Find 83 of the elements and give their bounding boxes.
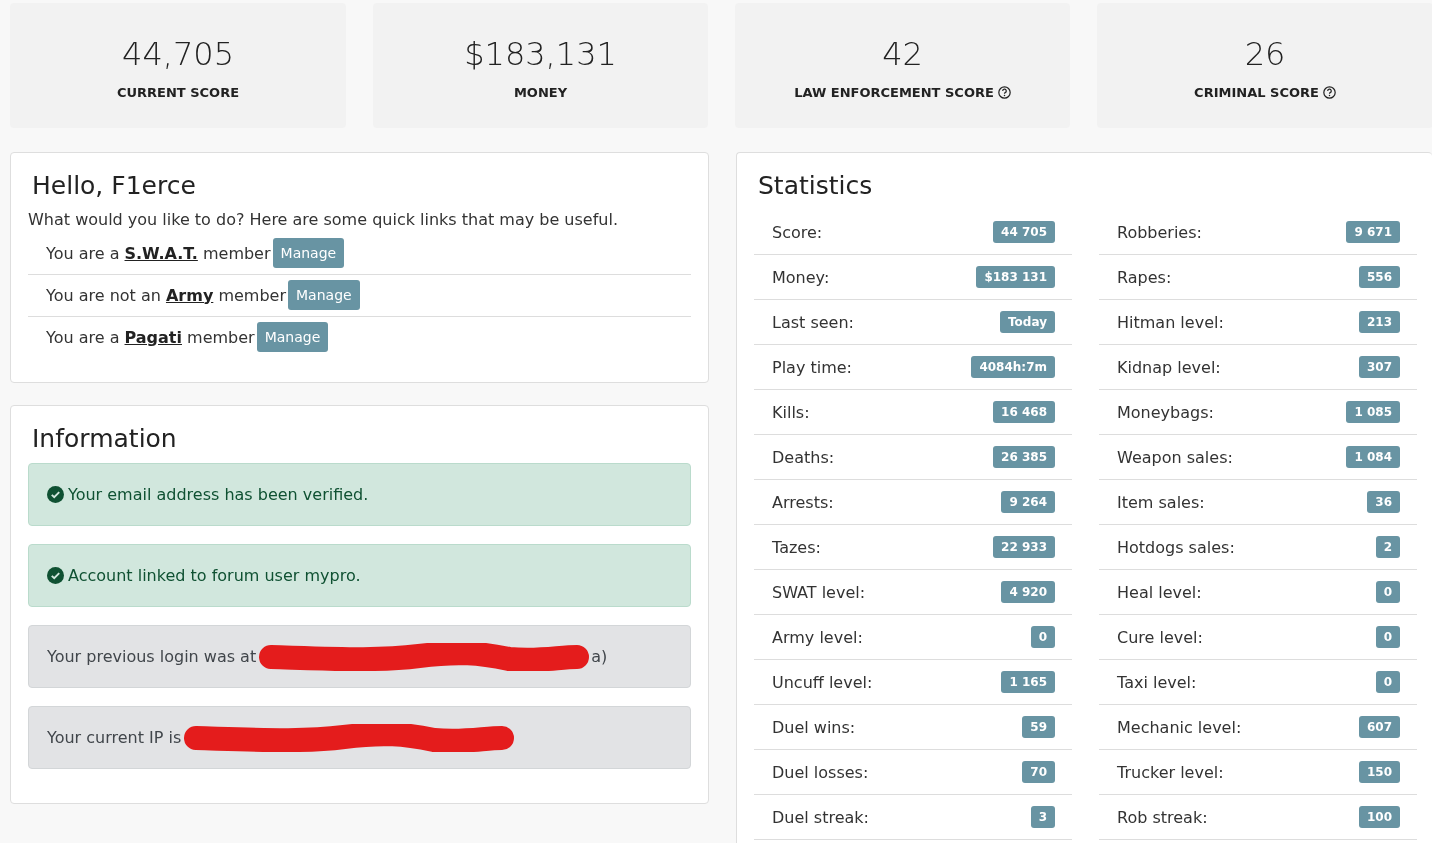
stat-label: Cure level: <box>1117 627 1203 647</box>
score-label: MONEY <box>513 85 568 100</box>
stat-label: Heal level: <box>1117 582 1202 602</box>
stat-value: 1 084 <box>1346 446 1400 468</box>
panel-title: Hello, F1erce <box>32 171 197 200</box>
stat-label: Rob streak: <box>1117 807 1208 827</box>
stat-value: $183 131 <box>976 266 1055 288</box>
score-label: CURRENT SCORE <box>116 85 240 100</box>
alert-text: Your email address has been verified. <box>68 485 369 504</box>
membership-text: You are a Pagati member <box>46 327 255 347</box>
stat-label: Tazes: <box>772 537 821 557</box>
membership-text: You are a S.W.A.T. member <box>46 243 271 263</box>
score-label: CRIMINAL SCORE <box>1194 85 1319 100</box>
stat-label: Duel wins: <box>772 717 856 737</box>
stat-value: 22 933 <box>993 536 1055 558</box>
stat-label: Rapes: <box>1117 267 1172 287</box>
stat-value: 100 <box>1358 806 1400 828</box>
alert-text: Your previous login was at <box>47 647 257 666</box>
stat-label: Mechanic level: <box>1117 717 1242 737</box>
group-link[interactable]: S.W.A.T. <box>124 243 198 263</box>
stat-label: Duel streak: <box>772 807 869 827</box>
stat-label: Weapon sales: <box>1117 447 1233 467</box>
score-value: 44,705 <box>122 35 234 73</box>
stat-label: Last seen: <box>772 312 854 332</box>
stat-value: 4 920 <box>1001 581 1055 603</box>
stat-label: Army level: <box>772 627 863 647</box>
stat-label: Kidnap level: <box>1117 357 1221 377</box>
score-label: LAW ENFORCEMENT SCORE <box>794 85 994 100</box>
stat-label: Trucker level: <box>1117 762 1224 782</box>
stat-label: Money: <box>772 267 830 287</box>
stat-value: Today <box>1000 311 1055 333</box>
panel-title: Statistics <box>758 171 874 200</box>
stat-value: 3 <box>1030 806 1055 828</box>
alert-text: Account linked to forum user mypro. <box>68 566 361 585</box>
help-icon[interactable] <box>1322 86 1336 99</box>
stat-label: Moneybags: <box>1117 402 1214 422</box>
stat-value: 16 468 <box>993 401 1055 423</box>
stat-value: 59 <box>1022 716 1055 738</box>
help-icon[interactable] <box>997 86 1011 99</box>
intro-text: What would you like to do? Here are some quick links that may be useful. <box>28 210 619 229</box>
stat-label: Arrests: <box>772 492 834 512</box>
alert-text: a) <box>591 647 608 666</box>
stat-value: 213 <box>1358 311 1400 333</box>
stat-value: 0 <box>1375 581 1400 603</box>
stat-label: Kills: <box>772 402 810 422</box>
check-circle-icon <box>47 567 64 584</box>
membership-text: You are not an Army member <box>46 285 286 305</box>
stat-label: Item sales: <box>1117 492 1205 512</box>
stat-value: 4084h:7m <box>971 356 1055 378</box>
stat-value: 44 705 <box>993 221 1055 243</box>
stat-value: 0 <box>1030 626 1055 648</box>
group-link[interactable]: Army <box>165 285 214 305</box>
stat-label: Duel losses: <box>772 762 869 782</box>
stat-label: Play time: <box>772 357 852 377</box>
stat-value: 556 <box>1358 266 1400 288</box>
stat-value: 1 165 <box>1001 671 1055 693</box>
stat-label: Deaths: <box>772 447 835 467</box>
stat-value: 0 <box>1375 671 1400 693</box>
stat-value: 9 264 <box>1001 491 1055 513</box>
stat-value: 1 085 <box>1346 401 1400 423</box>
score-value: 42 <box>882 35 923 73</box>
stat-value: 26 385 <box>993 446 1055 468</box>
stat-label: Robberies: <box>1117 222 1202 242</box>
score-value: $183,131 <box>464 35 617 73</box>
stat-value: 9 671 <box>1346 221 1400 243</box>
stat-value: 150 <box>1358 761 1400 783</box>
stat-label: Hitman level: <box>1117 312 1224 332</box>
score-value: 26 <box>1244 35 1286 73</box>
panel-title: Information <box>32 424 178 453</box>
stat-value: 0 <box>1375 626 1400 648</box>
stat-value: 307 <box>1358 356 1400 378</box>
stat-value: 2 <box>1375 536 1400 558</box>
stat-label: SWAT level: <box>772 582 866 602</box>
stat-label: Taxi level: <box>1117 672 1197 692</box>
stat-value: 70 <box>1022 761 1055 783</box>
group-link[interactable]: Pagati <box>124 327 182 347</box>
alert-text: Your current IP is <box>47 728 182 747</box>
stat-label: Uncuff level: <box>772 672 873 692</box>
check-circle-icon <box>47 486 64 503</box>
stat-value: 36 <box>1367 491 1400 513</box>
stat-label: Score: <box>772 222 823 242</box>
stat-label: Hotdogs sales: <box>1117 537 1235 557</box>
stat-value: 607 <box>1358 716 1400 738</box>
